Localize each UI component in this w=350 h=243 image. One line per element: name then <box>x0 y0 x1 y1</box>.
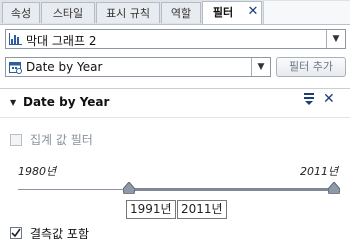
divider <box>0 117 350 118</box>
chevron-down-icon[interactable]: ▼ <box>326 30 345 48</box>
tab-display-rules[interactable]: 표시 규칙 <box>96 2 160 23</box>
aggregate-filter-checkbox[interactable] <box>10 134 22 146</box>
include-missing-checkbox[interactable] <box>10 227 22 239</box>
tab-roles[interactable]: 역할 <box>161 2 201 23</box>
checkmark-icon <box>11 228 21 238</box>
range-end-input[interactable]: 2011년 <box>177 200 227 219</box>
remove-filter-icon[interactable]: ✕ <box>323 91 335 107</box>
collapse-caret-icon[interactable]: ▼ <box>10 98 16 107</box>
filter-menu-icon[interactable] <box>303 92 315 106</box>
tab-properties[interactable]: 속성 <box>2 2 40 23</box>
slider-start-handle[interactable] <box>123 182 135 194</box>
calendar-icon <box>9 62 22 74</box>
include-missing-label: 결측값 포함 <box>30 227 90 241</box>
tab-bar-spacer <box>263 1 350 24</box>
filter-header[interactable]: ▼ Date by Year ✕ <box>0 89 350 116</box>
add-filter-button[interactable]: 필터 추가 <box>276 57 346 77</box>
chevron-down-icon[interactable]: ▼ <box>251 58 270 76</box>
range-start-input[interactable]: 1991년 <box>126 200 176 219</box>
bar-chart-icon <box>9 33 22 45</box>
tab-bar: 속성 스타일 표시 규칙 역할 필터 ✕ <box>0 0 350 25</box>
slider-selected-range <box>129 188 334 191</box>
tab-style[interactable]: 스타일 <box>41 2 95 23</box>
range-min-label: 1980년 <box>18 165 57 178</box>
range-max-label: 2011년 <box>300 165 339 178</box>
object-select-value: 막대 그래프 2 <box>26 34 97 48</box>
close-icon[interactable]: ✕ <box>244 1 262 24</box>
object-select[interactable]: 막대 그래프 2 ▼ <box>5 29 346 49</box>
filter-title: Date by Year <box>23 95 110 109</box>
data-item-select[interactable]: Date by Year ▼ <box>5 57 271 77</box>
aggregate-filter-label: 집계 값 필터 <box>30 133 93 147</box>
data-item-select-value: Date by Year <box>26 60 103 74</box>
slider-end-handle[interactable] <box>328 182 340 194</box>
